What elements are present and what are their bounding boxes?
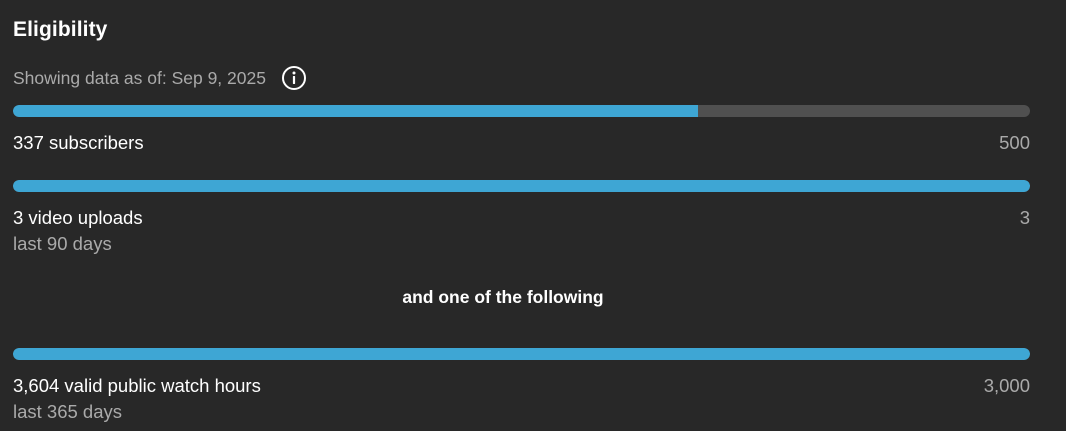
uploads-target: 3 bbox=[1019, 207, 1030, 228]
data-as-of-row: Showing data as of: Sep 9, 2025 bbox=[13, 64, 307, 92]
one-of-following-text: and one of the following bbox=[402, 287, 604, 307]
eligibility-panel: Eligibility Showing data as of: Sep 9, 2… bbox=[0, 0, 1066, 431]
data-as-of-text: Showing data as of: Sep 9, 2025 bbox=[13, 67, 266, 88]
watch-hours-progress-fill bbox=[13, 348, 1030, 360]
section-title: Eligibility bbox=[13, 18, 108, 41]
watch-hours-progress-bar bbox=[13, 348, 1030, 360]
uploads-period: last 90 days bbox=[13, 233, 112, 254]
watch-hours-label: 3,604 valid public watch hours bbox=[13, 375, 261, 396]
watch-hours-period: last 365 days bbox=[13, 401, 123, 422]
watch-hours-target: 3,000 bbox=[983, 375, 1030, 396]
uploads-progress-bar bbox=[13, 180, 1030, 192]
uploads-progress-fill bbox=[13, 180, 1030, 192]
info-icon[interactable] bbox=[281, 65, 307, 91]
subscribers-label: 337 subscribers bbox=[13, 132, 144, 153]
subscribers-progress-fill bbox=[13, 105, 699, 117]
subscribers-target: 500 bbox=[999, 132, 1030, 153]
subscribers-progress-bar bbox=[13, 105, 1030, 117]
uploads-label: 3 video uploads bbox=[13, 207, 143, 228]
